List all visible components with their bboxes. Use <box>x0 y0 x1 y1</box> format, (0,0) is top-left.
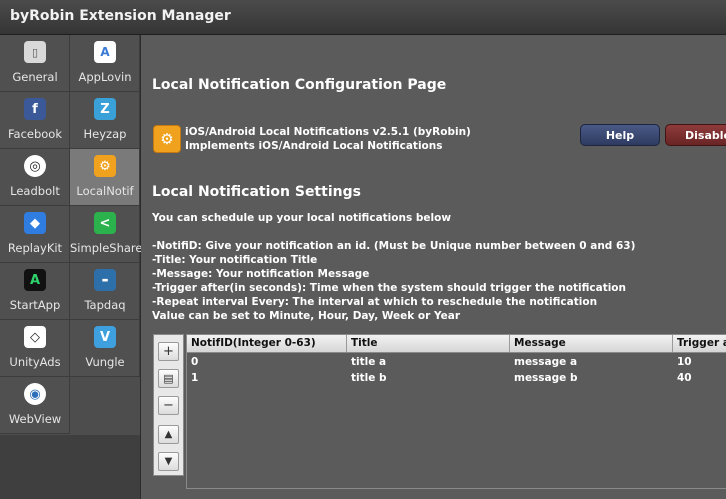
description-line: Value can be set to Minute, Hour, Day, W… <box>152 310 461 322</box>
page-title: Local Notification Configuration Page <box>152 77 447 93</box>
description-line: -NotifiD: Give your notification an id. … <box>152 240 636 252</box>
edit-row-button[interactable]: ▤ <box>158 369 179 388</box>
localnotif-icon: ⚙ <box>94 155 116 177</box>
sidebar-item-replaykit[interactable]: ◆ ReplayKit <box>0 206 70 263</box>
help-button[interactable]: Help <box>580 124 660 146</box>
move-down-button[interactable]: ▼ <box>158 452 179 471</box>
heyzap-icon: Z <box>94 98 116 120</box>
minus-icon: − <box>163 398 174 413</box>
column-header-title[interactable]: Title <box>347 335 510 352</box>
sidebar-item-applovin[interactable]: A AppLovin <box>70 35 140 92</box>
replaykit-icon: ◆ <box>24 212 46 234</box>
general-icon: ▯ <box>24 41 46 63</box>
sidebar-item-label: General <box>12 70 58 84</box>
sidebar-item-label: Vungle <box>85 355 125 369</box>
settings-title: Local Notification Settings <box>152 184 361 200</box>
plugin-info: iOS/Android Local Notifications v2.5.1 (… <box>185 125 471 153</box>
tapdaq-icon: ▬ <box>94 269 116 291</box>
applovin-icon: A <box>94 41 116 63</box>
cell-trigger: 10 <box>677 356 692 368</box>
cell-message: message b <box>514 372 578 384</box>
plugin-icon: ⚙ <box>153 125 181 153</box>
description-line: -Repeat interval Every: The interval at … <box>152 296 598 308</box>
sidebar-item-label: Leadbolt <box>10 184 60 198</box>
notifications-table: NotifID(Integer 0-63) Title Message Trig… <box>186 334 726 489</box>
sidebar-item-label: SimpleShare <box>70 241 143 255</box>
table-row[interactable]: 1 title b message b 40 <box>187 371 726 385</box>
description-line: -Message: Your notification Message <box>152 268 370 280</box>
leadbolt-icon: ◎ <box>24 155 46 177</box>
sidebar-item-vungle[interactable]: V Vungle <box>70 320 140 377</box>
webview-icon: ◉ <box>24 383 46 405</box>
sidebar: ▯ General A AppLovin f Facebook Z Heyzap… <box>0 35 143 499</box>
column-header-trigger[interactable]: Trigger a <box>673 335 726 352</box>
sidebar-item-localnotif[interactable]: ⚙ LocalNotif <box>70 149 140 206</box>
plus-icon: + <box>163 344 174 359</box>
sidebar-item-label: ReplayKit <box>7 241 63 255</box>
sidebar-item-general[interactable]: ▯ General <box>0 35 70 92</box>
sidebar-item-facebook[interactable]: f Facebook <box>0 92 70 149</box>
window-title: byRobin Extension Manager <box>10 8 231 24</box>
sidebar-item-webview[interactable]: ◉ WebView <box>0 377 70 434</box>
description-line <box>152 225 635 239</box>
description-line: -Title: Your notification Title <box>152 254 318 266</box>
settings-description: You can schedule up your local notificat… <box>152 211 635 323</box>
sidebar-item-leadbolt[interactable]: ◎ Leadbolt <box>0 149 70 206</box>
sidebar-item-startapp[interactable]: A StartApp <box>0 263 70 320</box>
plugin-subtitle: Implements iOS/Android Local Notificatio… <box>185 140 443 152</box>
vungle-icon: V <box>94 326 116 348</box>
move-up-button[interactable]: ▲ <box>158 425 179 444</box>
startapp-icon: A <box>24 269 46 291</box>
sidebar-item-label: WebView <box>8 412 62 426</box>
plugin-name: iOS/Android Local Notifications v2.5.1 (… <box>185 126 471 138</box>
sidebar-empty-area <box>0 435 140 499</box>
add-row-button[interactable]: + <box>158 342 179 361</box>
sidebar-item-unityads[interactable]: ◇ UnityAds <box>0 320 70 377</box>
sidebar-item-label: StartApp <box>9 298 61 312</box>
sidebar-item-tapdaq[interactable]: ▬ Tapdaq <box>70 263 140 320</box>
facebook-icon: f <box>24 98 46 120</box>
simpleshare-icon: < <box>94 212 116 234</box>
table-header: NotifID(Integer 0-63) Title Message Trig… <box>187 335 726 353</box>
disable-button[interactable]: Disable <box>665 124 726 146</box>
table-toolbar: + ▤ − ▲ ▼ <box>153 334 184 476</box>
table-row[interactable]: 0 title a message a 10 <box>187 355 726 369</box>
cell-title: title a <box>351 356 387 368</box>
cell-trigger: 40 <box>677 372 692 384</box>
main-panel: Local Notification Configuration Page ⚙ … <box>141 35 726 499</box>
column-header-message[interactable]: Message <box>510 335 673 352</box>
cell-notifid: 0 <box>191 356 199 368</box>
sidebar-item-label: UnityAds <box>9 355 61 369</box>
sidebar-item-label: Tapdaq <box>84 298 126 312</box>
cell-notifid: 1 <box>191 372 199 384</box>
arrow-up-icon: ▲ <box>164 429 173 440</box>
sidebar-item-label: Facebook <box>7 127 63 141</box>
column-header-notifid[interactable]: NotifID(Integer 0-63) <box>187 335 347 352</box>
description-line: -Trigger after(in seconds): Time when th… <box>152 282 626 294</box>
description-line: You can schedule up your local notificat… <box>152 212 452 224</box>
sidebar-item-label: LocalNotif <box>76 184 134 198</box>
sidebar-item-label: AppLovin <box>78 70 132 84</box>
unityads-icon: ◇ <box>24 326 46 348</box>
title-bar: byRobin Extension Manager <box>0 0 726 35</box>
sidebar-item-simpleshare[interactable]: < SimpleShare <box>70 206 143 263</box>
cell-title: title b <box>351 372 387 384</box>
edit-icon: ▤ <box>163 372 174 385</box>
sidebar-item-label: Heyzap <box>83 127 127 141</box>
sidebar-item-heyzap[interactable]: Z Heyzap <box>70 92 140 149</box>
remove-row-button[interactable]: − <box>158 396 179 415</box>
arrow-down-icon: ▼ <box>164 456 173 467</box>
cell-message: message a <box>514 356 578 368</box>
